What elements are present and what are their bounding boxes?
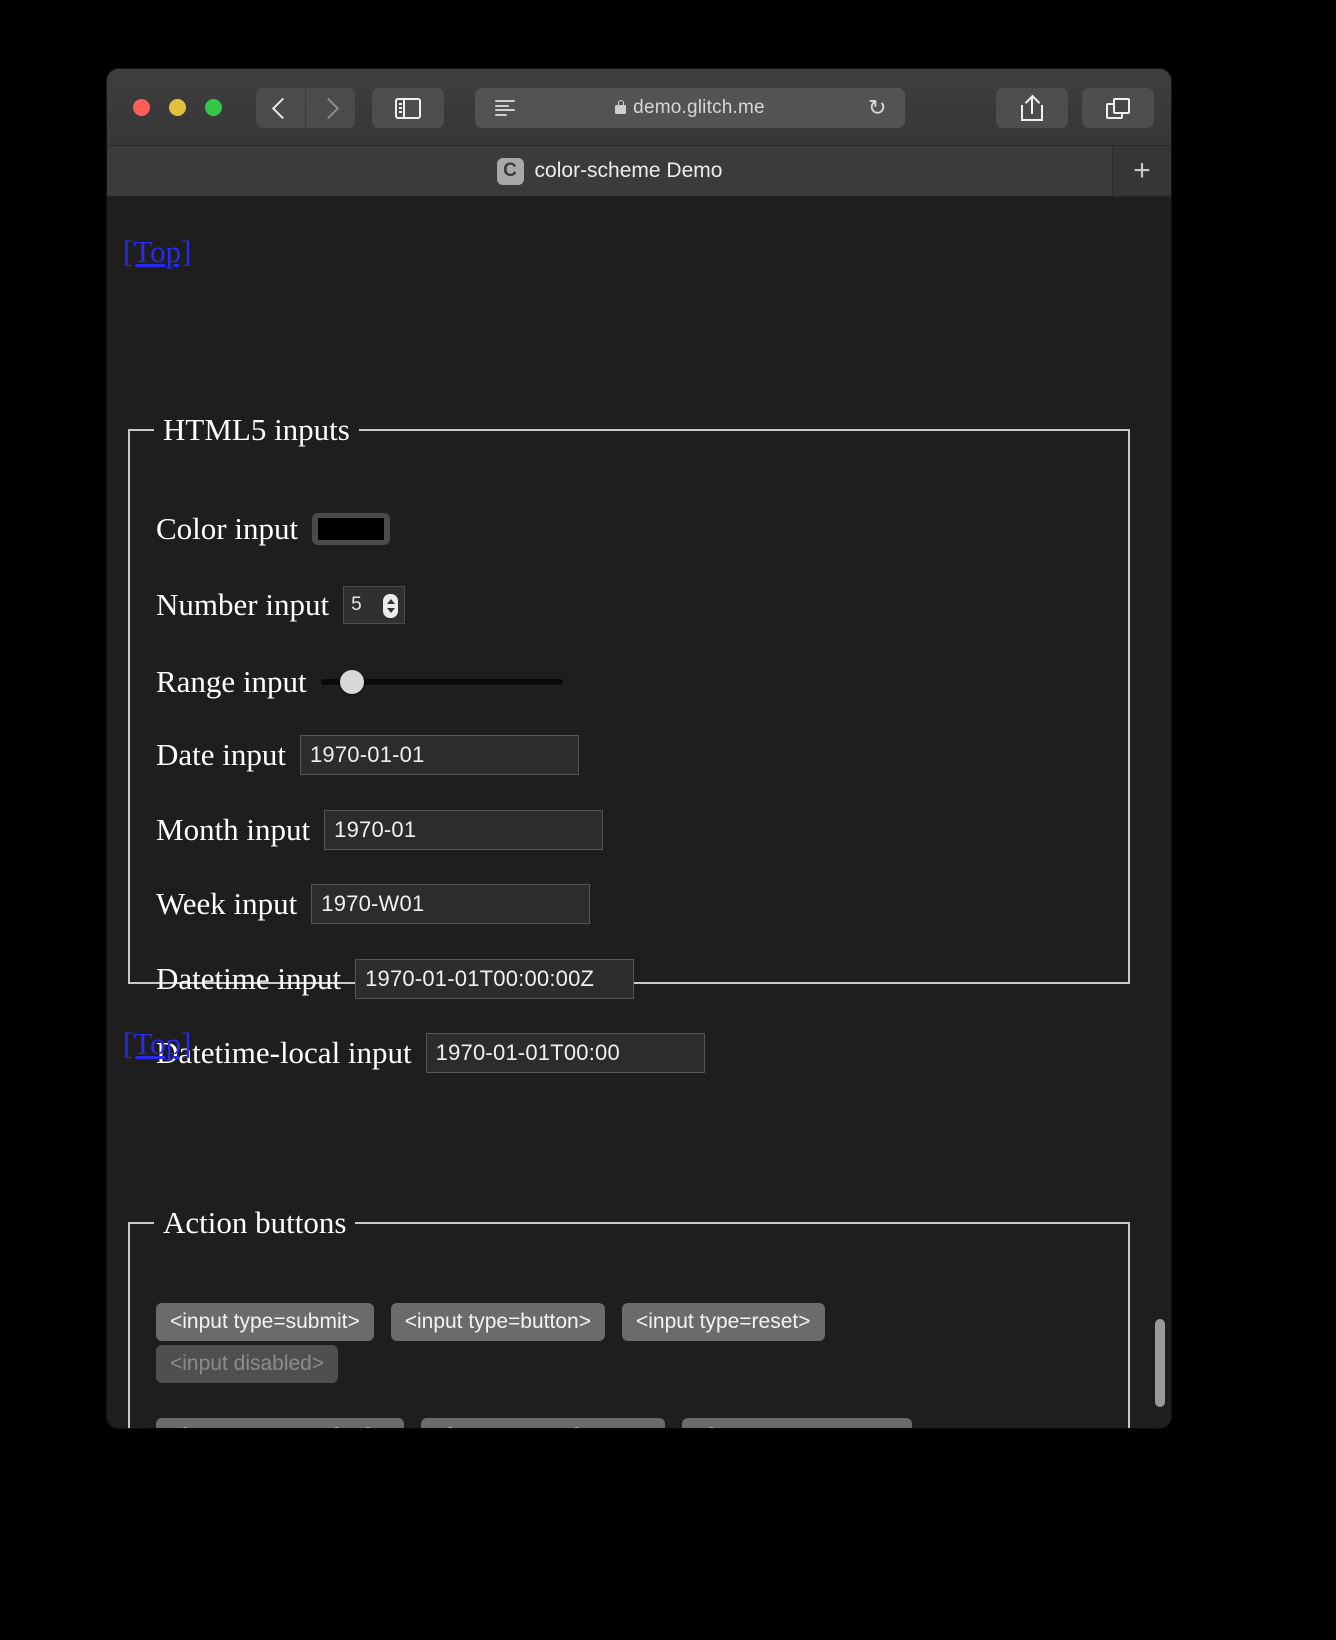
input-button-button[interactable]: <input type=button> bbox=[390, 1303, 605, 1341]
share-button[interactable] bbox=[996, 88, 1068, 128]
page-content: [Top] HTML5 inputs Color input Number in… bbox=[107, 197, 1171, 1428]
input-disabled-row: <input disabled> bbox=[156, 1345, 339, 1383]
row-color-input: Color input bbox=[156, 511, 391, 547]
range-thumb[interactable] bbox=[339, 670, 364, 694]
reader-view-icon[interactable] bbox=[495, 100, 515, 116]
share-icon bbox=[1021, 94, 1043, 121]
month-input[interactable]: 1970-01 bbox=[324, 810, 604, 850]
minimize-button[interactable] bbox=[169, 99, 186, 116]
button-submit-button[interactable]: <button type=submit> bbox=[156, 1418, 404, 1428]
number-input[interactable]: 5 bbox=[343, 586, 406, 624]
week-input[interactable]: 1970-W01 bbox=[311, 884, 591, 924]
button-elements-row: <button type=submit> <button type=button… bbox=[156, 1418, 912, 1428]
range-input[interactable] bbox=[320, 669, 563, 695]
label-range-input: Range input bbox=[156, 664, 307, 699]
label-datetime-input: Datetime input bbox=[156, 961, 342, 996]
button-reset-button[interactable]: <button type=reset> bbox=[682, 1418, 912, 1428]
number-stepper[interactable] bbox=[383, 594, 399, 618]
input-buttons-row: <input type=submit> <input type=button> … bbox=[156, 1303, 825, 1341]
input-submit-button[interactable]: <input type=submit> bbox=[156, 1303, 374, 1341]
label-date-input: Date input bbox=[156, 737, 286, 772]
action-buttons-legend: Action buttons bbox=[163, 1205, 347, 1240]
browser-window: demo.glitch.me ↻ C color-scheme Demo + [… bbox=[107, 69, 1171, 1428]
url-text: demo.glitch.me bbox=[633, 97, 765, 118]
lock-icon bbox=[615, 100, 627, 114]
row-datetime-local-input: Datetime-local input 1970-01-01T00:00 bbox=[156, 1033, 705, 1073]
html5-inputs-fieldset: HTML5 inputs Color input Number input 5 bbox=[128, 412, 1130, 1073]
tab-overview-icon bbox=[1106, 97, 1130, 119]
tab-title: color-scheme Demo bbox=[534, 159, 723, 182]
label-datetime-local-input: Datetime-local input bbox=[156, 1035, 412, 1070]
address-bar[interactable]: demo.glitch.me ↻ bbox=[475, 88, 905, 128]
reload-icon[interactable]: ↻ bbox=[868, 97, 887, 119]
row-range-input: Range input bbox=[156, 664, 563, 700]
new-tab-button[interactable]: + bbox=[1113, 146, 1171, 196]
color-input[interactable] bbox=[312, 513, 391, 545]
chevron-left-icon bbox=[271, 97, 294, 119]
top-link-1[interactable]: [Top] bbox=[123, 236, 191, 267]
color-swatch bbox=[318, 518, 385, 540]
vertical-scrollbar-thumb[interactable] bbox=[1155, 1319, 1165, 1407]
number-input-value: 5 bbox=[351, 594, 362, 615]
date-input[interactable]: 1970-01-01 bbox=[300, 735, 579, 775]
favicon: C bbox=[496, 157, 524, 185]
close-button[interactable] bbox=[133, 99, 150, 116]
label-week-input: Week input bbox=[156, 886, 298, 921]
back-button[interactable] bbox=[256, 88, 305, 128]
sidebar-icon bbox=[395, 97, 421, 119]
tab-bar: C color-scheme Demo + bbox=[107, 146, 1171, 197]
label-month-input: Month input bbox=[156, 812, 311, 847]
screenshot-root: demo.glitch.me ↻ C color-scheme Demo + [… bbox=[0, 0, 1336, 1640]
tab-color-scheme-demo[interactable]: C color-scheme Demo bbox=[107, 146, 1113, 196]
tab-overview-button[interactable] bbox=[1082, 88, 1154, 128]
forward-button[interactable] bbox=[306, 88, 355, 128]
top-link-2[interactable]: [Top] bbox=[123, 1028, 191, 1059]
row-month-input: Month input 1970-01 bbox=[156, 810, 604, 850]
label-color-input: Color input bbox=[156, 511, 299, 546]
action-buttons-fieldset: Action buttons <input type=submit> <inpu… bbox=[128, 1205, 1130, 1428]
row-datetime-input: Datetime input 1970-01-01T00:00:00Z bbox=[156, 959, 635, 999]
sidebar-toggle-button[interactable] bbox=[372, 88, 444, 128]
zoom-button[interactable] bbox=[205, 99, 222, 116]
datetime-local-input[interactable]: 1970-01-01T00:00 bbox=[425, 1033, 705, 1073]
row-date-input: Date input 1970-01-01 bbox=[156, 735, 579, 775]
row-number-input: Number input 5 bbox=[156, 586, 406, 624]
input-reset-button[interactable]: <input type=reset> bbox=[621, 1303, 825, 1341]
window-controls bbox=[133, 99, 222, 116]
button-button-button[interactable]: <button type=button> bbox=[420, 1418, 666, 1428]
html5-inputs-legend: HTML5 inputs bbox=[163, 412, 350, 447]
input-disabled-button: <input disabled> bbox=[156, 1345, 339, 1383]
browser-toolbar: demo.glitch.me ↻ bbox=[107, 69, 1171, 146]
row-week-input: Week input 1970-W01 bbox=[156, 884, 591, 924]
chevron-right-icon bbox=[317, 97, 340, 119]
label-number-input: Number input bbox=[156, 587, 330, 622]
datetime-input[interactable]: 1970-01-01T00:00:00Z bbox=[355, 959, 635, 999]
